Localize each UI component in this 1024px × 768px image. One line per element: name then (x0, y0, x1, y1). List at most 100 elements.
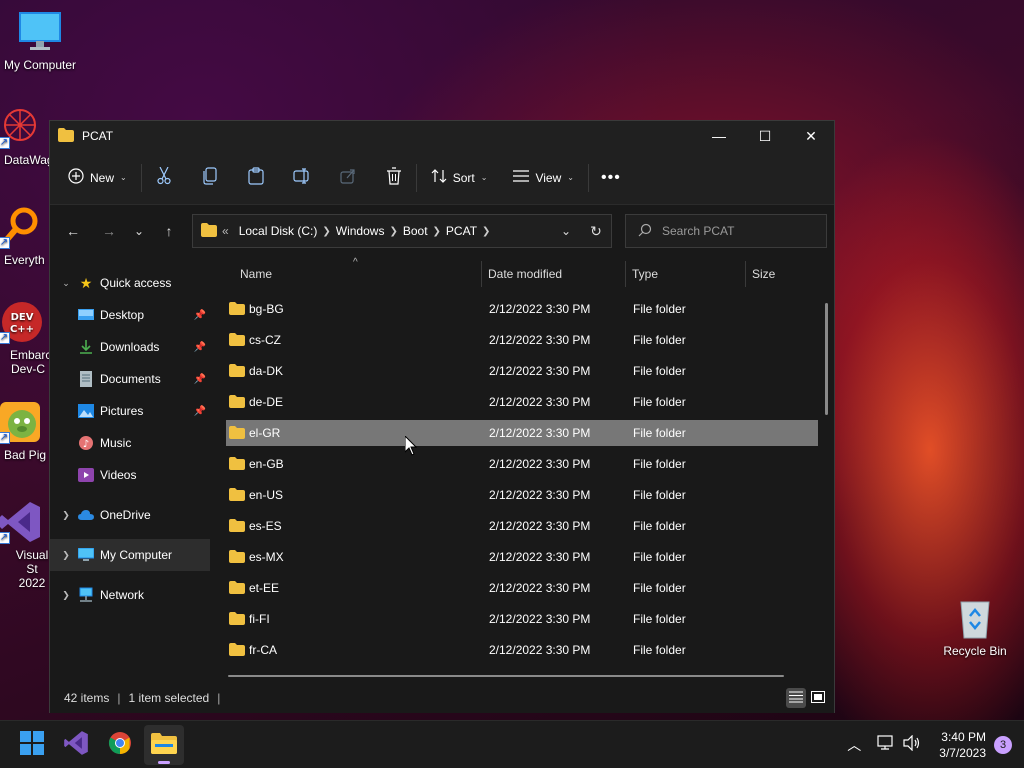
delete-button[interactable] (378, 162, 410, 194)
close-button[interactable]: ✕ (788, 121, 834, 151)
search-box[interactable]: Search PCAT (625, 214, 827, 248)
column-name[interactable]: Name (240, 267, 272, 281)
column-divider[interactable] (481, 261, 482, 287)
toolbar-divider (587, 163, 589, 192)
breadcrumb-item[interactable]: PCAT (446, 224, 477, 238)
file-row[interactable]: fr-CA 2/12/2022 3:30 PM File folder (226, 637, 818, 663)
up-button[interactable]: ↑ (154, 216, 184, 246)
trash-icon (386, 167, 402, 188)
taskbar-chrome[interactable] (100, 725, 140, 765)
see-more-button[interactable]: ••• (595, 162, 627, 194)
column-divider[interactable] (745, 261, 746, 287)
chevron-right-icon[interactable]: ❯ (58, 590, 74, 601)
breadcrumb-item[interactable]: Boot (403, 224, 428, 238)
navigation-pane: ⌄ ★ Quick access Desktop 📌 Downloads 📌 D… (50, 257, 210, 683)
details-view-button[interactable] (786, 688, 806, 708)
nav-my-computer[interactable]: ❯ My Computer (50, 539, 210, 571)
chevron-right-icon[interactable]: ❯ (389, 226, 397, 237)
title-bar[interactable]: PCAT — ☐ ✕ (50, 121, 834, 151)
minimize-button[interactable]: — (696, 121, 742, 151)
column-divider[interactable] (625, 261, 626, 287)
copy-button[interactable] (194, 162, 226, 194)
search-icon (638, 223, 652, 240)
file-type: File folder (633, 581, 686, 595)
chevron-right-icon[interactable]: ❯ (58, 510, 74, 521)
file-name: en-US (249, 488, 284, 502)
rename-button[interactable] (286, 162, 318, 194)
volume-button[interactable] (899, 732, 925, 758)
status-bar: 42 items | 1 item selected | (50, 683, 834, 713)
cut-button[interactable] (148, 162, 180, 194)
start-button[interactable] (12, 725, 52, 765)
refresh-button[interactable]: ↻ (581, 216, 611, 246)
horizontal-scrollbar[interactable] (228, 675, 784, 677)
file-row[interactable]: de-DE 2/12/2022 3:30 PM File folder (226, 389, 818, 415)
chevron-right-icon[interactable]: ❯ (482, 226, 490, 237)
forward-button[interactable]: → (94, 216, 124, 246)
file-row[interactable]: bg-BG 2/12/2022 3:30 PM File folder (226, 296, 818, 322)
file-row[interactable]: en-GB 2/12/2022 3:30 PM File folder (226, 451, 818, 477)
address-bar[interactable]: « Local Disk (C:) ❯ Windows ❯ Boot ❯ PCA… (192, 214, 612, 248)
file-row[interactable]: cs-CZ 2/12/2022 3:30 PM File folder (226, 327, 818, 353)
chevron-down-icon: ⌄ (560, 224, 572, 238)
file-date-modified: 2/12/2022 3:30 PM (489, 426, 591, 440)
breadcrumb-item[interactable]: Local Disk (C:) (239, 224, 318, 238)
share-button[interactable] (332, 162, 364, 194)
chevron-right-icon[interactable]: ❯ (58, 550, 74, 561)
nav-documents[interactable]: Documents 📌 (50, 363, 210, 395)
nav-desktop[interactable]: Desktop 📌 (50, 299, 210, 331)
recent-locations-button[interactable]: ⌄ (124, 216, 154, 246)
column-type[interactable]: Type (632, 267, 658, 281)
chevron-right-icon[interactable]: ❯ (322, 226, 330, 237)
nav-onedrive[interactable]: ❯ OneDrive (50, 499, 210, 531)
view-button[interactable]: View ⌄ (505, 162, 582, 194)
clock[interactable]: 3:40 PM 3/7/2023 (939, 729, 986, 761)
new-button[interactable]: New ⌄ (60, 162, 135, 194)
paste-button[interactable] (240, 162, 272, 194)
file-row[interactable]: da-DK 2/12/2022 3:30 PM File folder (226, 358, 818, 384)
show-hidden-icons-button[interactable]: ︿ (841, 732, 867, 758)
back-button[interactable]: ← (58, 216, 88, 246)
chevron-down-icon[interactable]: ⌄ (58, 278, 74, 289)
view-button-label: View (535, 170, 562, 185)
file-row[interactable]: es-MX 2/12/2022 3:30 PM File folder (226, 544, 818, 570)
nav-music[interactable]: ♪ Music (50, 427, 210, 459)
address-history-button[interactable]: ⌄ (551, 216, 581, 246)
nav-videos[interactable]: Videos (50, 459, 210, 491)
taskbar-file-explorer[interactable] (144, 724, 184, 765)
breadcrumb-item[interactable]: Windows (336, 224, 385, 238)
large-icons-view-button[interactable] (808, 688, 828, 708)
desktop-icon-my-computer[interactable]: My Computer (0, 10, 80, 72)
maximize-button[interactable]: ☐ (742, 121, 788, 151)
file-type: File folder (633, 643, 686, 657)
file-row[interactable]: el-GR 2/12/2022 3:30 PM File folder (226, 420, 818, 446)
nav-pictures[interactable]: Pictures 📌 (50, 395, 210, 427)
taskbar-visual-studio[interactable] (56, 725, 96, 765)
file-row[interactable]: et-EE 2/12/2022 3:30 PM File folder (226, 575, 818, 601)
desktop-icon-recycle-bin[interactable]: Recycle Bin (935, 596, 1015, 658)
file-row[interactable]: en-US 2/12/2022 3:30 PM File folder (226, 482, 818, 508)
nav-quick-access[interactable]: ⌄ ★ Quick access (50, 267, 210, 299)
pin-icon[interactable]: 📌 (194, 342, 206, 353)
scissors-icon (156, 166, 172, 188)
pin-icon[interactable]: 📌 (194, 406, 206, 417)
file-row[interactable]: es-ES 2/12/2022 3:30 PM File folder (226, 513, 818, 539)
column-size[interactable]: Size (752, 267, 775, 281)
network-status-button[interactable] (873, 732, 899, 758)
sort-button[interactable]: Sort ⌄ (423, 162, 496, 194)
pin-icon[interactable]: 📌 (194, 310, 206, 321)
nav-network[interactable]: ❯ Network (50, 579, 210, 611)
minimize-icon: — (712, 128, 726, 144)
chevron-down-icon: ⌄ (120, 173, 127, 182)
breadcrumb-overflow[interactable]: « (222, 224, 229, 238)
file-type: File folder (633, 302, 686, 316)
chevron-right-icon[interactable]: ❯ (433, 226, 441, 237)
folder-icon (229, 550, 245, 563)
nav-downloads[interactable]: Downloads 📌 (50, 331, 210, 363)
notification-badge[interactable]: 3 (994, 735, 1012, 754)
column-date-modified[interactable]: Date modified (488, 267, 562, 281)
file-type: File folder (633, 550, 686, 564)
pin-icon[interactable]: 📌 (194, 374, 206, 385)
file-row[interactable]: fi-FI 2/12/2022 3:30 PM File folder (226, 606, 818, 632)
vertical-scrollbar[interactable] (825, 303, 828, 415)
